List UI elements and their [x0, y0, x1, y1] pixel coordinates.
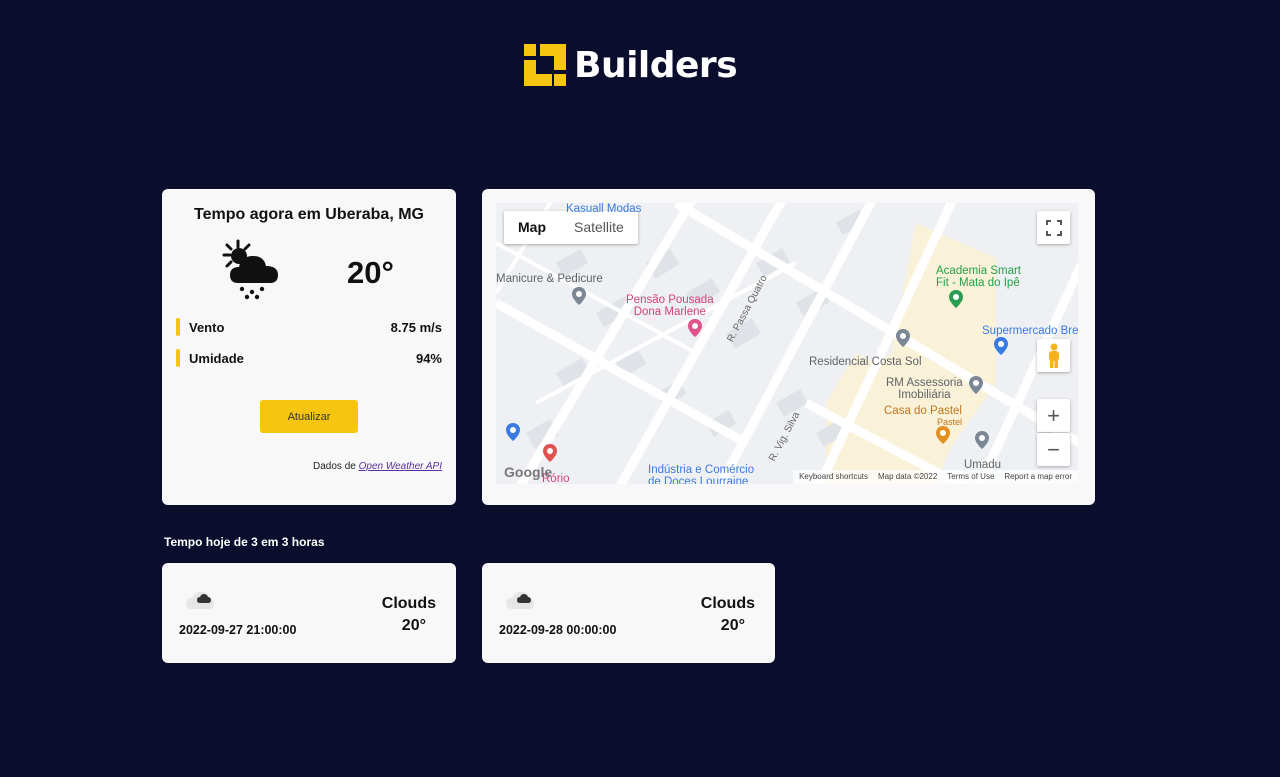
map-label-industria: Indústria e Comércio de Doces Lourraine [648, 464, 755, 484]
stat-accent-bar [176, 318, 180, 336]
map-pin-icon[interactable] [969, 376, 983, 394]
google-map[interactable]: Map Satellite Kasuall Modas Manicure & P… [496, 203, 1078, 484]
forecast-description: Clouds [381, 595, 436, 612]
wind-label: Vento [189, 319, 225, 335]
map-type-control: Map Satellite [504, 211, 638, 244]
current-weather-card: Tempo agora em Uberaba, MG 20° Vento 8.7… [162, 189, 456, 505]
map-label-kasuall: Kasuall Modas [566, 203, 642, 215]
credit-prefix: Dados de [313, 461, 356, 472]
wind-stat: Vento 8.75 m/s [176, 317, 442, 337]
shopping-pin-icon[interactable] [506, 423, 520, 441]
forecast-card: 2022-09-27 21:00:00 Clouds 20° [162, 563, 456, 663]
fullscreen-button[interactable] [1037, 211, 1070, 244]
terms-link[interactable]: Terms of Use [947, 470, 994, 484]
stat-accent-bar [176, 349, 180, 367]
wind-value: 8.75 m/s [390, 319, 442, 335]
map-label-rm: RM Assessoria Imobiliária [886, 377, 963, 401]
shopping-pin-icon[interactable] [994, 337, 1008, 355]
map-label-supermercado: Supermercado Bre [982, 325, 1078, 337]
update-button[interactable]: Atualizar [260, 400, 358, 433]
map-type-map[interactable]: Map [504, 211, 560, 244]
brand-logo: Builders [524, 44, 738, 86]
map-data-text: Map data ©2022 [878, 472, 938, 481]
restaurant-pin-icon[interactable] [936, 426, 950, 444]
data-credit: Dados de Open Weather API [313, 461, 442, 472]
shopping-pin-icon[interactable] [543, 444, 557, 462]
minus-icon: − [1047, 436, 1060, 462]
current-temperature: 20° [347, 255, 394, 290]
open-weather-link[interactable]: Open Weather API [359, 461, 442, 472]
plus-icon: + [1047, 402, 1060, 428]
hotel-pin-icon[interactable] [688, 319, 702, 337]
keyboard-shortcuts-link[interactable]: Keyboard shortcuts [799, 470, 868, 484]
map-footer: Keyboard shortcuts Map data ©2022 Terms … [793, 470, 1078, 484]
map-label-residencial: Residencial Costa Sol [809, 356, 922, 368]
map-label-academia: Academia Smart Fit - Mata do Ipê [936, 265, 1022, 289]
zoom-out-button[interactable]: − [1037, 433, 1070, 466]
map-card: Map Satellite Kasuall Modas Manicure & P… [482, 189, 1095, 505]
map-type-satellite[interactable]: Satellite [560, 211, 638, 244]
brand-name: Builders [574, 44, 738, 86]
map-pin-icon[interactable] [975, 431, 989, 449]
pegman-icon [1048, 343, 1059, 368]
fullscreen-icon [1045, 219, 1062, 236]
map-label-manicure: Manicure & Pedicure [496, 273, 603, 285]
map-pin-icon[interactable] [572, 287, 586, 305]
forecast-description: Clouds [700, 595, 755, 612]
forecast-temperature: 20° [401, 617, 426, 634]
cloud-icon [186, 592, 214, 609]
forecast-date: 2022-09-27 21:00:00 [179, 623, 297, 637]
cloud-sun-rain-icon [222, 239, 278, 300]
report-error-link[interactable]: Report a map error [1004, 470, 1072, 484]
zoom-in-button[interactable]: + [1037, 399, 1070, 432]
humidity-value: 94% [415, 350, 442, 366]
builders-logo-icon [524, 44, 566, 86]
forecast-date: 2022-09-28 00:00:00 [499, 623, 617, 637]
current-weather-title: Tempo agora em Uberaba, MG [194, 206, 424, 223]
humidity-stat: Umidade 94% [176, 348, 442, 368]
humidity-label: Umidade [189, 350, 244, 366]
forecast-card: 2022-09-28 00:00:00 Clouds 20° [482, 563, 775, 663]
map-label-pousada: Pensão Pousada Dona Marlene [626, 294, 714, 318]
google-logo: Google [504, 464, 553, 480]
cloud-icon [506, 592, 534, 609]
forecast-title: Tempo hoje de 3 em 3 horas [164, 535, 325, 549]
gym-pin-icon[interactable] [949, 290, 963, 308]
street-view-button[interactable] [1037, 339, 1070, 372]
forecast-temperature: 20° [720, 617, 745, 634]
map-pin-icon[interactable] [896, 329, 910, 347]
